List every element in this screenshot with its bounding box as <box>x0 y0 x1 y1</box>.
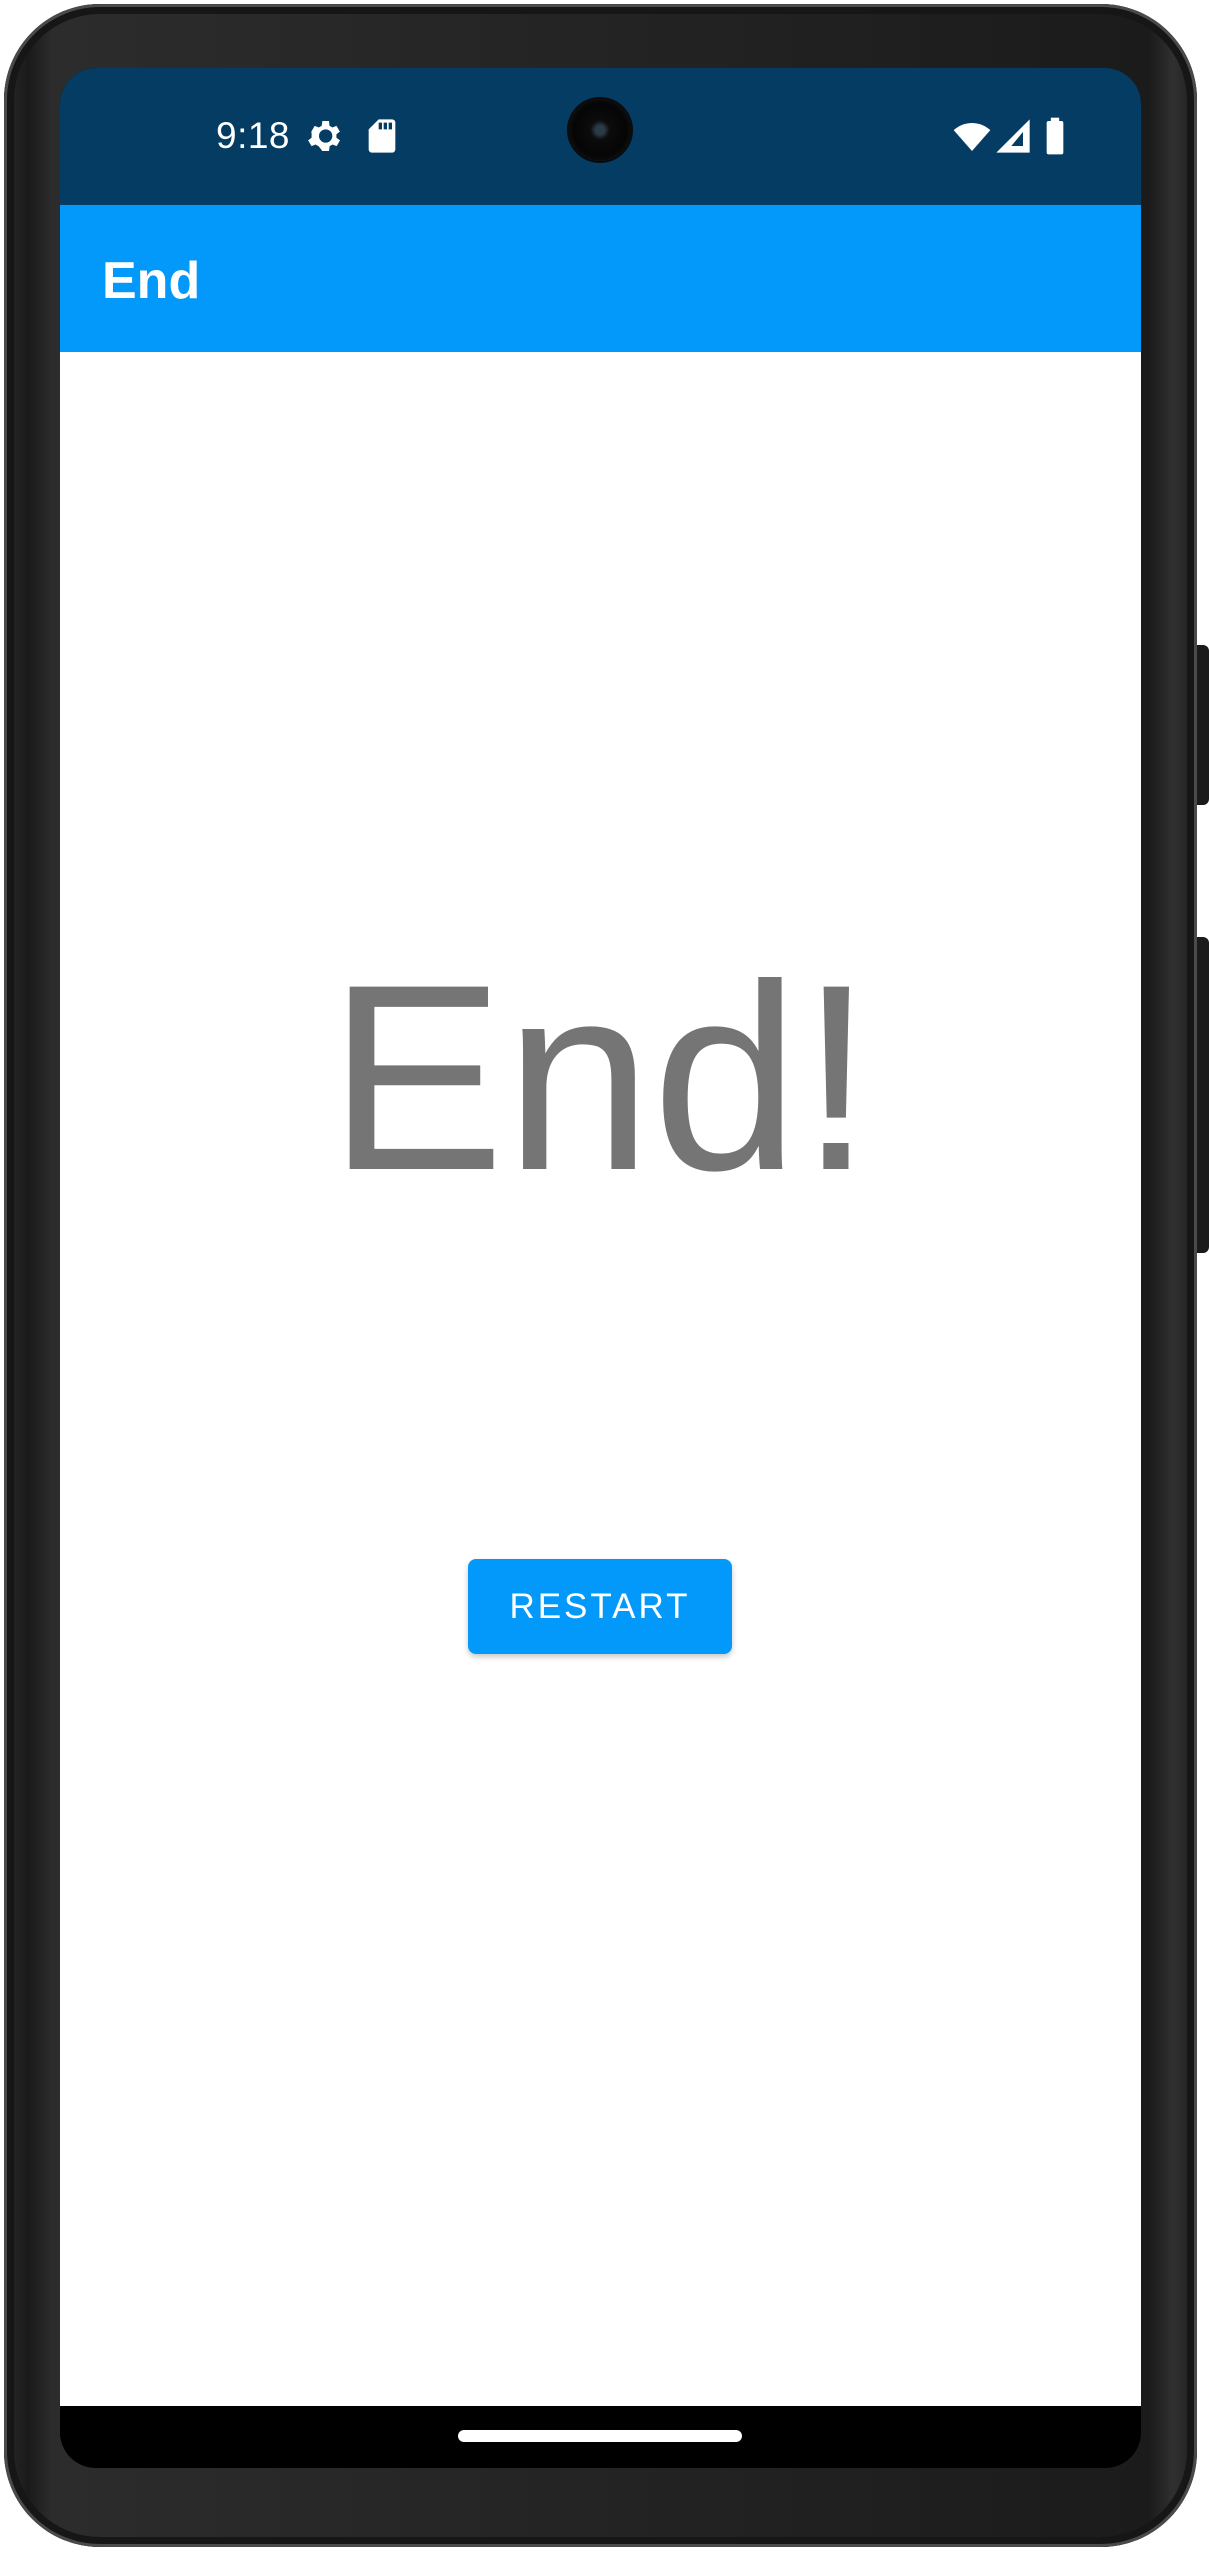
home-indicator[interactable] <box>458 2430 742 2442</box>
gesture-navigation-bar <box>60 2406 1141 2468</box>
sd-card-icon <box>368 119 396 153</box>
power-button <box>1197 645 1209 805</box>
main-content: End! RESTART <box>60 352 1141 2406</box>
app-bar: End <box>60 205 1141 352</box>
front-camera <box>569 99 631 161</box>
battery-icon <box>1046 117 1064 155</box>
end-message: End! <box>327 930 874 1226</box>
volume-button <box>1197 937 1209 1253</box>
settings-icon <box>308 121 340 151</box>
status-bar: 9:18 <box>60 68 1141 205</box>
wifi-icon <box>953 123 991 151</box>
app-title: End <box>102 252 201 310</box>
restart-button[interactable]: RESTART <box>468 1559 732 1654</box>
phone-screen: 9:18 End End! RESTART <box>60 68 1141 2468</box>
phone-device: 9:18 End End! RESTART <box>0 0 1209 2553</box>
cellular-signal-icon <box>996 119 1030 153</box>
status-time: 9:18 <box>216 115 291 156</box>
